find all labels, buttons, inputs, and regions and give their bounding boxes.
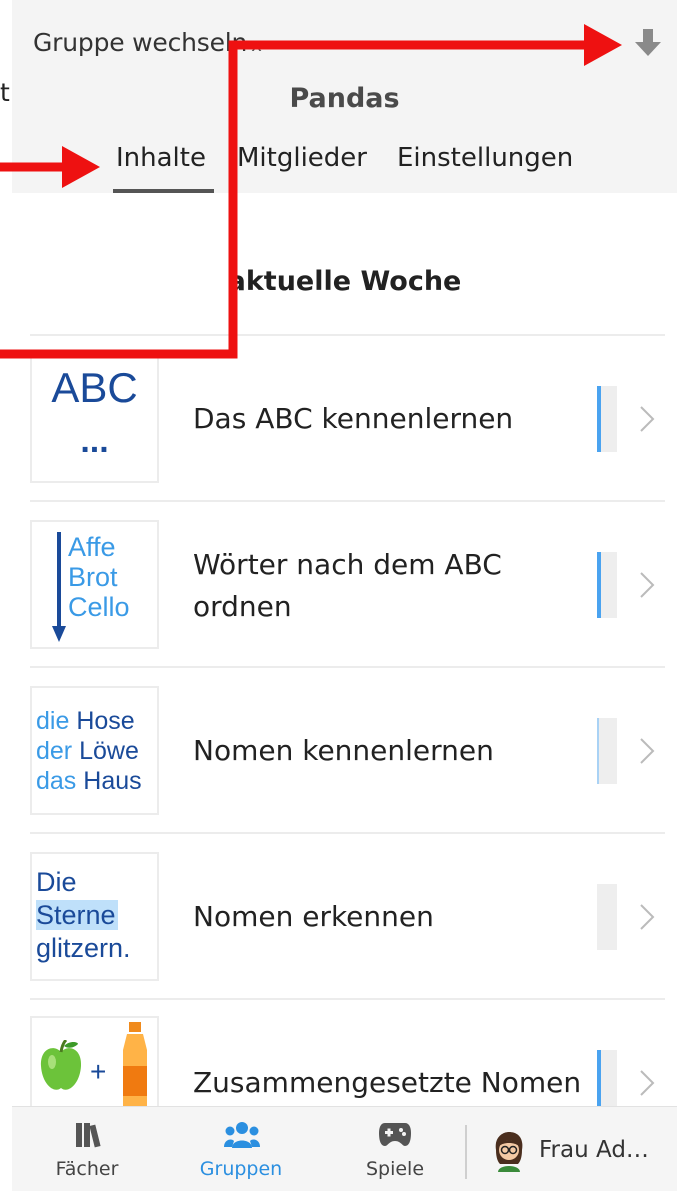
download-icon[interactable] [632,27,664,59]
avatar [495,1132,523,1172]
thumb-article: der [36,737,73,765]
list-item[interactable]: die Hose der Löwe das Haus Nomen kennenl… [0,668,689,834]
thumb-text: ABC [51,364,138,411]
active-tab-indicator [113,189,214,193]
thumb-article: die [36,707,70,735]
tab-einstellungen[interactable]: Einstellungen [397,143,573,173]
alphabetical-order-thumbnail: Affe Brot Cello [30,520,159,649]
abc-thumbnail: ABC ... [30,354,159,483]
chevron-right-icon [640,904,655,930]
progress-fill [597,1050,601,1106]
item-title: Das ABC kennenlernen [193,402,514,435]
progress-bar [597,386,617,452]
thumb-noun: Löwe [79,737,139,765]
progress-bar [597,1050,617,1106]
tab-mitglieder[interactable]: Mitglieder [237,143,367,173]
progress-bar [597,552,617,618]
recognize-nouns-thumbnail: Die Sterne glitzern. [30,852,159,981]
item-title: Nomen erkennen [193,900,434,933]
thumb-noun: Haus [83,767,142,795]
nav-spiele[interactable]: Spiele [340,1107,450,1191]
page-title: Pandas [289,83,400,114]
thumb-word: glitzern. [36,933,131,963]
item-title: Zusammengesetzte Nomen [193,1066,582,1099]
progress-fill [597,552,601,618]
nav-user-profile[interactable]: Frau Ad… [482,1107,677,1191]
chevron-right-icon [640,738,655,764]
chevron-right-icon [640,1070,655,1096]
item-title: Nomen kennenlernen [193,734,494,767]
books-icon [76,1123,101,1148]
item-title: Wörter nach dem ABC ordnen [193,544,502,628]
list-item[interactable]: Die Sterne glitzern. Nomen erkennen [0,834,689,1000]
item-title-line: Wörter nach dem ABC [193,548,502,581]
chevron-right-icon [640,572,655,598]
highlighted-noun: Sterne [36,900,118,930]
user-name: Frau Ad… [539,1137,649,1163]
group-switch-label: Gruppe wechseln [33,28,248,57]
thumb-word: Cello [68,592,130,622]
thumb-word: Brot [68,562,118,592]
cropped-text: t [0,78,10,107]
progress-fill [597,386,601,452]
nav-label: Gruppen [199,1158,283,1180]
nav-divider [465,1125,467,1179]
group-header: Gruppe wechseln x Pandas Inhalte Mitglied… [12,0,677,193]
tab-bar: Inhalte Mitglieder Einstellungen [12,143,677,193]
thumb-word: Affe [68,532,116,562]
thumb-noun: Hose [76,707,135,735]
plus-sign: + [90,1056,107,1087]
gamepad-icon [379,1123,411,1146]
item-title-line: ordnen [193,590,292,623]
progress-fill [597,718,599,784]
progress-bar [597,884,617,950]
nav-label: Fächer [55,1158,119,1180]
arrow-down-icon [52,532,66,642]
close-icon: x [251,35,262,56]
nav-faecher[interactable]: Fächer [32,1107,142,1191]
list-item[interactable]: ABC ... Das ABC kennenlernen [0,336,689,502]
thumb-article: das [36,767,77,795]
section-title: aktuelle Woche [227,266,462,297]
thumb-word: Die [36,867,77,897]
users-icon [224,1122,260,1148]
bottom-navigation: Fächer Gruppen Spiele Frau Ad… [12,1106,677,1191]
list-item[interactable]: Affe Brot Cello Wörter nach dem ABC ordn… [0,502,689,668]
thumb-text: ... [80,422,109,460]
nouns-thumbnail: die Hose der Löwe das Haus [30,686,159,815]
group-switch-button[interactable]: Gruppe wechseln x [33,28,262,57]
chevron-right-icon [640,406,655,432]
tab-inhalte[interactable]: Inhalte [116,143,206,173]
progress-bar [597,718,617,784]
nav-label: Spiele [365,1158,425,1180]
apple-icon [40,1040,82,1090]
nav-gruppen[interactable]: Gruppen [186,1107,296,1191]
